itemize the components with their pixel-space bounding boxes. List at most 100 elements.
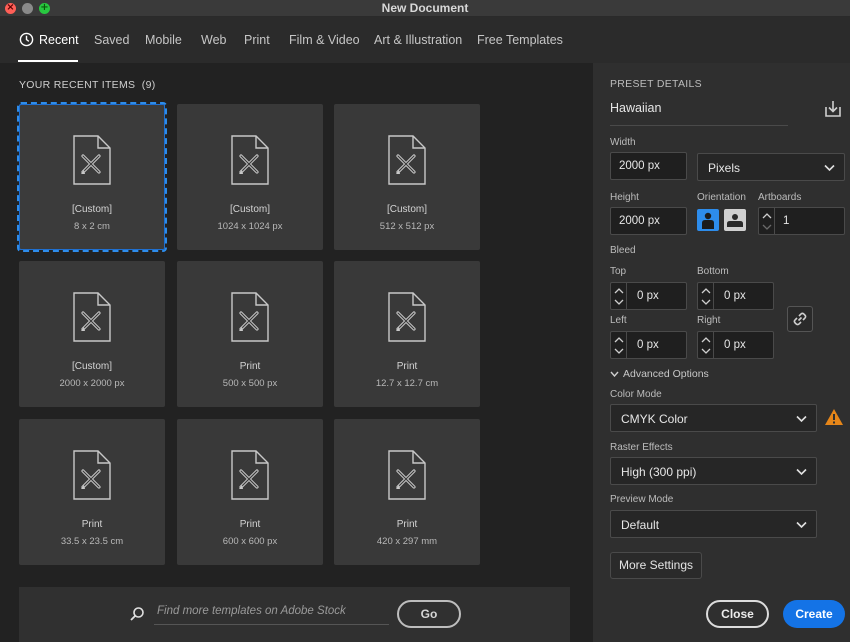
preset-name-input[interactable]: Hawaiian [610, 101, 790, 115]
document-icon [231, 292, 269, 342]
more-settings-button[interactable]: More Settings [610, 552, 702, 579]
width-input[interactable]: 2000 px [610, 152, 687, 180]
bleed-right-arrows[interactable] [698, 332, 714, 358]
recent-item-title: Print [81, 519, 103, 530]
color-mode-label: Color Mode [610, 389, 662, 400]
recent-item-title: Print [396, 519, 418, 530]
chevron-up-icon [762, 213, 772, 219]
recent-item-title: [Custom] [71, 204, 112, 215]
document-icon [73, 135, 111, 185]
recent-item-title: Print [239, 519, 261, 530]
recent-item-title: Print [396, 361, 418, 372]
title-bar: × + New Document [0, 0, 850, 17]
chevron-down-icon [701, 299, 711, 305]
height-value: 2000 px [619, 215, 660, 227]
bleed-right-stepper[interactable]: 0 px [697, 331, 774, 359]
document-icon [388, 450, 426, 500]
artboards-stepper[interactable]: 1 [758, 207, 845, 235]
bleed-left-label: Left [610, 315, 627, 326]
raster-effects-value: High (300 ppi) [621, 465, 697, 479]
recent-items-count: (9) [141, 79, 156, 91]
preview-mode-label: Preview Mode [610, 494, 674, 505]
bleed-bottom-stepper[interactable]: 0 px [697, 282, 774, 310]
chevron-down-icon [701, 348, 711, 354]
save-preset-icon[interactable] [823, 99, 843, 119]
tab-recent[interactable]: Recent [39, 33, 79, 47]
recent-item-title: [Custom] [71, 361, 112, 372]
bleed-bottom-value: 0 px [724, 290, 746, 302]
document-icon [388, 292, 426, 342]
bleed-top-label: Top [610, 266, 627, 277]
recent-item-size: 12.7 x 12.7 cm [375, 378, 439, 389]
landscape-orientation-button[interactable] [724, 209, 746, 231]
bleed-right-value: 0 px [724, 339, 746, 351]
close-button[interactable]: Close [706, 600, 769, 628]
chevron-up-icon [614, 337, 624, 343]
warning-icon[interactable] [824, 408, 844, 426]
height-label: Height [610, 192, 639, 203]
recent-item-card[interactable]: Print 420 x 297 mm [334, 419, 480, 565]
recent-item-card[interactable]: [Custom] 8 x 2 cm [17, 102, 167, 252]
go-button[interactable]: Go [397, 600, 461, 628]
recent-items-panel: YOUR RECENT ITEMS (9) [Custom] 8 x 2 cm [… [0, 63, 593, 642]
chevron-down-icon [824, 164, 835, 172]
bleed-top-value: 0 px [637, 290, 659, 302]
recent-item-card[interactable]: Print 600 x 600 px [177, 419, 323, 565]
tab-film-video[interactable]: Film & Video [289, 33, 360, 47]
recent-item-size: 600 x 600 px [222, 536, 278, 547]
portrait-orientation-button[interactable] [697, 209, 719, 231]
recent-item-size: 420 x 297 mm [376, 536, 438, 547]
chevron-up-icon [701, 337, 711, 343]
raster-effects-select[interactable]: High (300 ppi) [610, 457, 817, 485]
color-mode-value: CMYK Color [621, 412, 688, 426]
chevron-down-icon [762, 224, 772, 230]
create-button[interactable]: Create [783, 600, 845, 628]
preset-details-panel: PRESET DETAILS Hawaiian Width 2000 px Pi… [593, 63, 850, 642]
tab-print[interactable]: Print [244, 33, 270, 47]
preview-mode-select[interactable]: Default [610, 510, 817, 538]
bleed-top-stepper[interactable]: 0 px [610, 282, 687, 310]
chevron-down-icon [796, 415, 807, 423]
preset-name-underline [610, 125, 788, 126]
document-icon [73, 450, 111, 500]
recent-item-card[interactable]: [Custom] 2000 x 2000 px [19, 261, 165, 407]
height-input[interactable]: 2000 px [610, 207, 687, 235]
width-label: Width [610, 137, 636, 148]
recent-item-card[interactable]: [Custom] 512 x 512 px [334, 104, 480, 250]
landscape-icon [727, 214, 743, 227]
tab-art-illustration[interactable]: Art & Illustration [374, 33, 462, 47]
bleed-top-arrows[interactable] [611, 283, 627, 309]
document-icon [231, 135, 269, 185]
bleed-bottom-arrows[interactable] [698, 283, 714, 309]
clock-icon [19, 32, 34, 47]
tab-saved[interactable]: Saved [94, 33, 129, 47]
recent-item-title: Print [239, 361, 261, 372]
artboards-stepper-arrows[interactable] [759, 208, 775, 234]
color-mode-select[interactable]: CMYK Color [610, 404, 817, 432]
recent-item-card[interactable]: Print 33.5 x 23.5 cm [19, 419, 165, 565]
advanced-options-label: Advanced Options [623, 368, 709, 380]
advanced-options-toggle[interactable]: Advanced Options [610, 368, 709, 380]
window-title: New Document [381, 1, 469, 15]
bleed-left-arrows[interactable] [611, 332, 627, 358]
recent-item-card[interactable]: Print 12.7 x 12.7 cm [334, 261, 480, 407]
tab-web[interactable]: Web [201, 33, 226, 47]
recent-item-size: 8 x 2 cm [74, 221, 110, 232]
bleed-right-label: Right [697, 315, 721, 326]
recent-items-heading: YOUR RECENT ITEMS (9) [19, 79, 156, 91]
recent-item-card[interactable]: [Custom] 1024 x 1024 px [177, 104, 323, 250]
chevron-down-icon [614, 348, 624, 354]
tab-mobile[interactable]: Mobile [145, 33, 182, 47]
width-value: 2000 px [619, 160, 660, 172]
artboards-value: 1 [783, 215, 790, 227]
stock-search-input[interactable]: Find more templates on Adobe Stock [154, 600, 389, 625]
portrait-icon [702, 212, 714, 229]
bleed-left-stepper[interactable]: 0 px [610, 331, 687, 359]
bleed-label: Bleed [610, 245, 636, 256]
units-select[interactable]: Pixels [697, 153, 845, 181]
recent-item-card[interactable]: Print 500 x 500 px [177, 261, 323, 407]
preview-mode-value: Default [621, 518, 660, 532]
tab-free-templates[interactable]: Free Templates [477, 33, 563, 47]
search-icon [130, 607, 144, 621]
link-bleed-button[interactable] [787, 306, 813, 332]
